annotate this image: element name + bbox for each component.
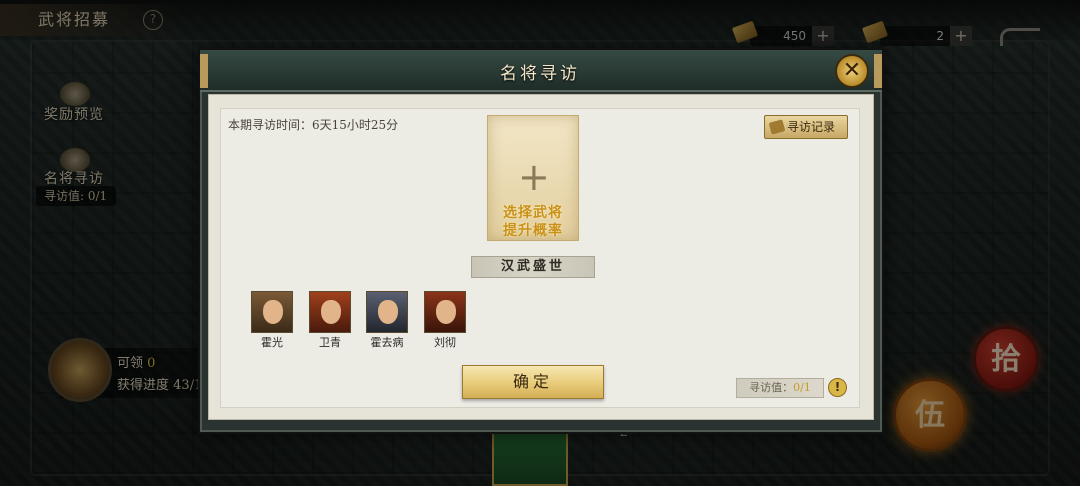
hero-face [378,300,398,324]
hero-portrait-huoqubing[interactable] [366,291,408,333]
hero-portrait-weiqing[interactable] [309,291,351,333]
close-icon: ✕ [842,58,862,83]
hero-name: 刘彻 [434,336,456,349]
hero-pool-name: 汉武盛世 [471,256,595,278]
plus-icon: + [518,155,550,199]
hero-name: 霍光 [261,336,283,349]
visit-record-button[interactable]: 寻访记录 [764,115,848,139]
hero-face [263,300,283,324]
close-button[interactable]: ✕ [835,54,869,88]
select-hero-line1: 选择武将 [503,205,563,221]
visit-value-label: 寻访值： [749,381,794,394]
visit-record-label: 寻访记录 [787,120,836,134]
modal-title: 名将寻访 [500,64,580,84]
visit-value-badge: 寻访值：0/1 [736,378,824,398]
hero-name: 卫青 [319,336,341,349]
scroll-icon [768,119,786,135]
hero-portrait-liuche[interactable] [424,291,466,333]
select-hero-line2: 提升概率 [503,223,563,239]
visit-timer: 本期寻访时间：6天15小时25分 [228,118,399,132]
hero-portrait-huoguang[interactable] [251,291,293,333]
visit-value: 0/1 [793,381,811,394]
info-icon[interactable]: ! [828,378,847,397]
confirm-button[interactable]: 确定 [462,365,604,399]
hero-face [436,300,456,324]
hero-face [321,300,341,324]
hero-name: 霍去病 [370,336,404,349]
